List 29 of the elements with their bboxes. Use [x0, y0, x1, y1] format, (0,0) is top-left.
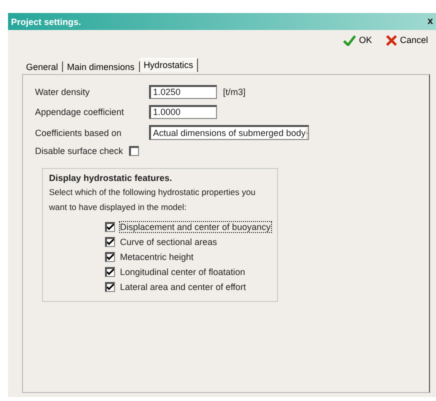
group-title: Display hydrostatic features. [49, 173, 174, 183]
ok-button[interactable]: OK [342, 33, 372, 47]
tab[interactable]: Hydrostatics [140, 58, 198, 72]
checkbox[interactable] [129, 146, 140, 156]
checkbox-label: Metacentric height [120, 252, 194, 262]
input-field[interactable]: 1.0250 [149, 85, 217, 99]
checkbox-label: Curve of sectional areas [120, 236, 218, 246]
checkbox-label: Displacement and center of buoyancy [120, 222, 271, 232]
dropdown[interactable]: Actual dimensions of submerged body [149, 125, 309, 140]
tab[interactable]: General [22, 61, 64, 72]
cross-icon [386, 34, 397, 46]
unit-label: [t/m3] [223, 87, 246, 97]
check-icon [342, 34, 356, 46]
field-label: Water density [35, 87, 91, 97]
checkbox[interactable] [105, 266, 115, 276]
checkbox[interactable] [105, 222, 115, 232]
close-button[interactable]: x [427, 16, 433, 27]
checkbox[interactable] [105, 252, 115, 262]
checkbox-label: Disable surface check [35, 146, 124, 156]
checkbox[interactable] [105, 282, 115, 292]
field-label: Coefficients based on [35, 128, 122, 138]
checkbox[interactable] [105, 236, 115, 246]
description-text: Select which of the following hydrostatic properties you want to have displayed in the model: [49, 186, 256, 214]
input-field[interactable]: 1.0000 [149, 105, 217, 119]
checkbox-label: Longitudinal center of floatation [120, 266, 246, 276]
cancel-button[interactable]: Cancel [386, 33, 428, 47]
window-title: Project settings. [11, 16, 82, 26]
checkbox-label: Lateral area and center of effort [120, 282, 246, 292]
field-label: Appendage coefficient [35, 107, 125, 117]
